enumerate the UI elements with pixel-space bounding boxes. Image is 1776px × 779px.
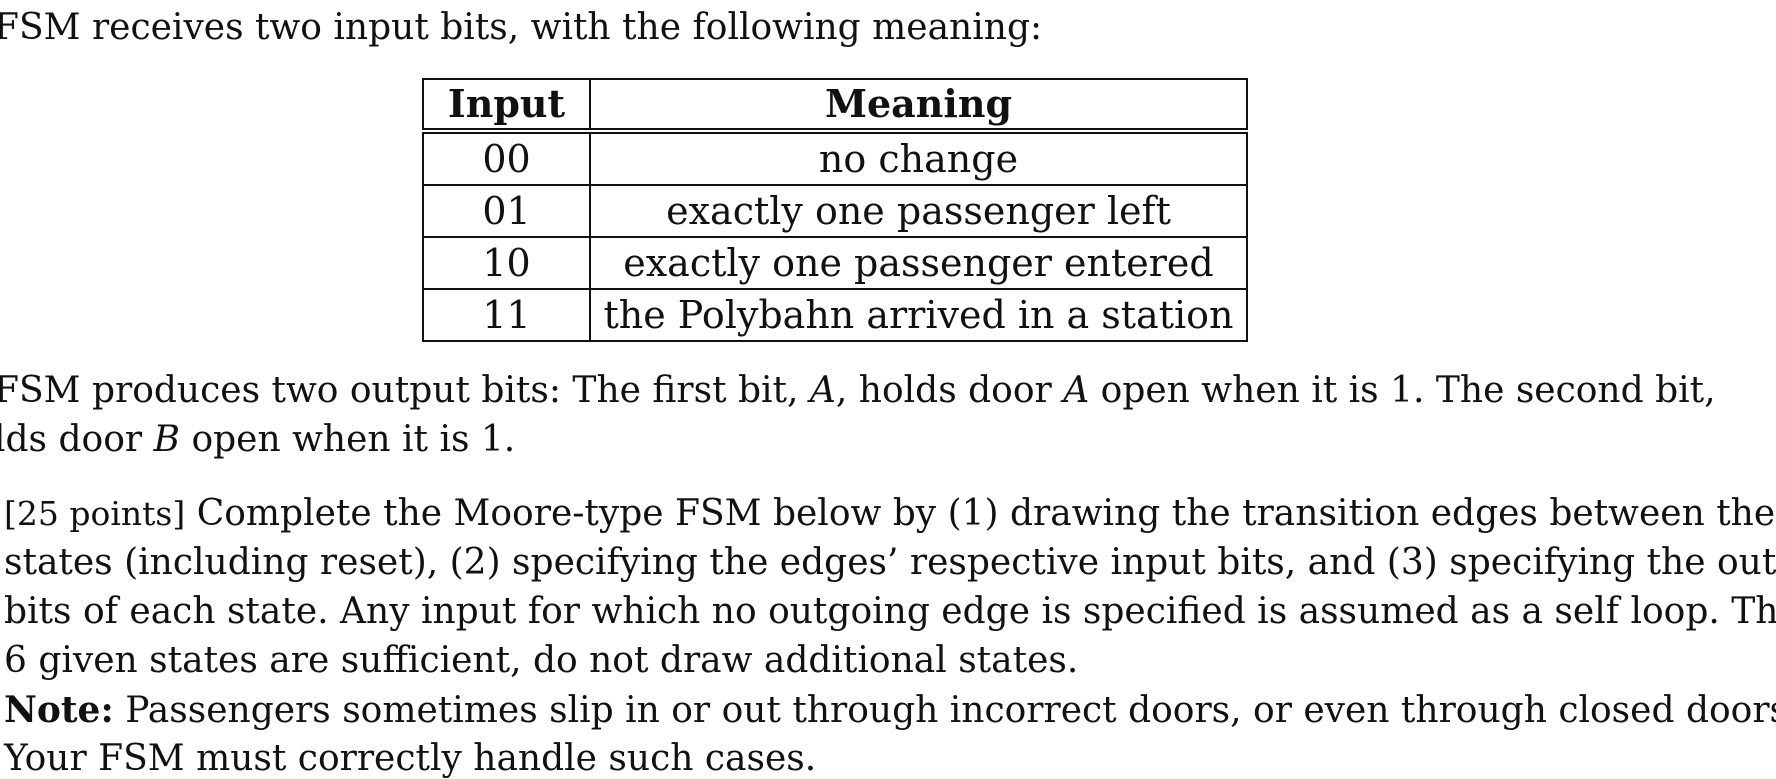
table-header: Input Meaning	[422, 78, 1248, 134]
meaning-header: Meaning	[589, 78, 1248, 134]
input-cell: 00	[422, 130, 591, 186]
note-line-1: Note: Passengers sometimes slip in or ou…	[4, 692, 1776, 729]
output-text-part: open when it is 1. The second bit,	[1100, 370, 1716, 411]
points-label: [25 points]	[4, 494, 186, 533]
table-body: 00 no change 01 exactly one passenger le…	[422, 130, 1248, 342]
meaning-cell: exactly one passenger left	[589, 184, 1248, 238]
output-text-part: lds door	[0, 419, 143, 460]
meaning-cell: the Polybahn arrived in a station	[589, 288, 1248, 342]
table-row: 01 exactly one passenger left	[422, 184, 1248, 238]
task-line-4: 6 given states are sufficient, do not dr…	[4, 640, 1079, 681]
output-text-part: , holds door	[835, 370, 1052, 411]
note-line-2: Your FSM must correctly handle such case…	[4, 738, 817, 779]
input-cell: 10	[422, 236, 591, 290]
meaning-cell: exactly one passenger entered	[589, 236, 1248, 290]
note-label: Note:	[4, 689, 114, 731]
input-cell: 01	[422, 184, 591, 238]
output-text-part: FSM produces two output bits: The first …	[0, 370, 799, 411]
intro-text: FSM receives two input bits, with the fo…	[0, 7, 1043, 48]
note-text: Passengers sometimes slip in or out thro…	[125, 690, 1776, 731]
output-description-line-1: FSM produces two output bits: The first …	[0, 373, 1716, 409]
table-header-row: Input Meaning	[422, 78, 1248, 134]
door-a-variable: A	[1063, 370, 1090, 411]
exam-page: FSM receives two input bits, with the fo…	[0, 0, 1776, 779]
door-b-variable: B	[153, 419, 180, 460]
task-text: Complete the Moore-type FSM below by (1)…	[196, 493, 1776, 534]
task-line-2: states (including reset), (2) specifying…	[4, 542, 1776, 583]
table-row: 11 the Polybahn arrived in a station	[422, 288, 1248, 342]
meaning-cell: no change	[589, 130, 1248, 186]
table-row: 00 no change	[422, 130, 1248, 186]
output-text-part: open when it is 1.	[191, 419, 516, 460]
task-line-1: [25 points] Complete the Moore-type FSM …	[4, 496, 1775, 532]
input-cell: 11	[422, 288, 591, 342]
input-header: Input	[422, 78, 591, 134]
door-a-variable: A	[809, 370, 836, 411]
task-line-3: bits of each state. Any input for which …	[4, 591, 1776, 632]
input-meaning-table: Input Meaning 00 no change 01 exactly on…	[422, 78, 1248, 342]
table-row: 10 exactly one passenger entered	[422, 236, 1248, 290]
output-description-line-2: lds door B open when it is 1.	[0, 422, 515, 458]
